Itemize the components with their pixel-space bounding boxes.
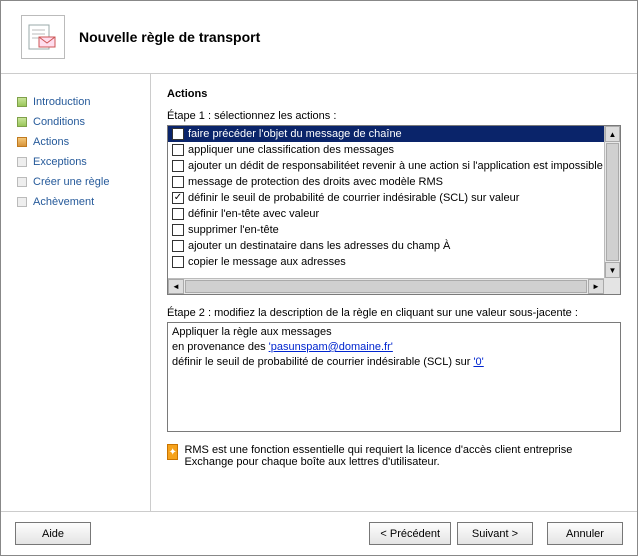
section-title: Actions [167, 88, 621, 100]
vertical-scrollbar[interactable]: ▲ ▼ [604, 126, 620, 278]
horizontal-scrollbar[interactable]: ◄ ► [168, 278, 604, 294]
scroll-thumb[interactable] [606, 143, 619, 261]
action-row[interactable]: définir le seuil de probabilité de courr… [168, 190, 604, 206]
button-bar: Aide < Précédent Suivant > Annuler [1, 511, 637, 555]
rule-description-box: Appliquer la règle aux messages en prove… [167, 322, 621, 432]
step-label: Actions [33, 136, 69, 148]
step-completion[interactable]: Achèvement [17, 192, 142, 212]
scroll-corner [604, 278, 620, 294]
rms-note: ✦ RMS est une fonction essentielle qui r… [167, 440, 621, 476]
action-label: copier le message aux adresses [188, 256, 346, 268]
step-label: Exceptions [33, 156, 87, 168]
sender-link[interactable]: 'pasunspam@domaine.fr' [269, 341, 393, 353]
step-actions[interactable]: Actions [17, 132, 142, 152]
desc-text: définir le seuil de probabilité de courr… [172, 356, 473, 368]
action-checkbox[interactable] [172, 256, 184, 268]
action-checkbox[interactable] [172, 144, 184, 156]
action-checkbox[interactable] [172, 224, 184, 236]
action-row[interactable]: message de protection des droits avec mo… [168, 174, 604, 190]
scroll-down-button[interactable]: ▼ [605, 262, 620, 278]
action-row[interactable]: ajouter un destinataire dans les adresse… [168, 238, 604, 254]
rms-note-text: RMS est une fonction essentielle qui req… [184, 444, 621, 468]
back-button[interactable]: < Précédent [369, 522, 451, 545]
step-label: Introduction [33, 96, 90, 108]
desc-line1: Appliquer la règle aux messages [172, 325, 616, 340]
hscroll-thumb[interactable] [185, 280, 587, 293]
scroll-right-button[interactable]: ► [588, 279, 604, 294]
wizard-dialog: Nouvelle règle de transport Introduction… [0, 0, 638, 556]
action-checkbox[interactable] [172, 160, 184, 172]
desc-text: en provenance des [172, 341, 269, 353]
step2-label: Étape 2 : modifiez la description de la … [167, 307, 621, 319]
scl-value-link[interactable]: '0' [473, 356, 483, 368]
help-button[interactable]: Aide [15, 522, 91, 545]
title: Nouvelle règle de transport [79, 29, 260, 45]
actions-listbox[interactable]: faire précéder l'objet du message de cha… [167, 125, 621, 295]
action-label: appliquer une classification des message… [188, 144, 394, 156]
action-checkbox[interactable] [172, 192, 184, 204]
rule-icon [21, 15, 65, 59]
step-label: Conditions [33, 116, 85, 128]
scroll-left-button[interactable]: ◄ [168, 279, 184, 294]
action-label: faire précéder l'objet du message de cha… [188, 128, 402, 140]
content-pane: Actions Étape 1 : sélectionnez les actio… [151, 74, 637, 511]
step-conditions[interactable]: Conditions [17, 112, 142, 132]
action-row[interactable]: ajouter un dédit de responsabilitéet rev… [168, 158, 604, 174]
step-introduction[interactable]: Introduction [17, 92, 142, 112]
desc-line3: définir le seuil de probabilité de courr… [172, 355, 616, 370]
desc-line2: en provenance des 'pasunspam@domaine.fr' [172, 340, 616, 355]
action-row[interactable]: supprimer l'en-tête [168, 222, 604, 238]
action-row[interactable]: copier le message aux adresses [168, 254, 604, 270]
action-row[interactable]: définir l'en-tête avec valeur [168, 206, 604, 222]
wizard-steps-sidebar: Introduction Conditions Actions Exceptio… [1, 74, 151, 511]
action-checkbox[interactable] [172, 128, 184, 140]
header: Nouvelle règle de transport [1, 1, 637, 74]
action-label: message de protection des droits avec mo… [188, 176, 443, 188]
action-label: ajouter un destinataire dans les adresse… [188, 240, 450, 252]
scroll-up-button[interactable]: ▲ [605, 126, 620, 142]
action-label: définir le seuil de probabilité de courr… [188, 192, 519, 204]
next-button[interactable]: Suivant > [457, 522, 533, 545]
action-label: définir l'en-tête avec valeur [188, 208, 319, 220]
step-exceptions[interactable]: Exceptions [17, 152, 142, 172]
action-checkbox[interactable] [172, 240, 184, 252]
action-label: ajouter un dédit de responsabilitéet rev… [188, 160, 603, 172]
step-label: Créer une règle [33, 176, 109, 188]
step1-label: Étape 1 : sélectionnez les actions : [167, 110, 621, 122]
cancel-button[interactable]: Annuler [547, 522, 623, 545]
action-label: supprimer l'en-tête [188, 224, 279, 236]
rms-icon: ✦ [167, 444, 178, 460]
action-checkbox[interactable] [172, 176, 184, 188]
step-label: Achèvement [33, 196, 94, 208]
action-row[interactable]: appliquer une classification des message… [168, 142, 604, 158]
step-create-rule[interactable]: Créer une règle [17, 172, 142, 192]
action-checkbox[interactable] [172, 208, 184, 220]
action-row[interactable]: faire précéder l'objet du message de cha… [168, 126, 604, 142]
